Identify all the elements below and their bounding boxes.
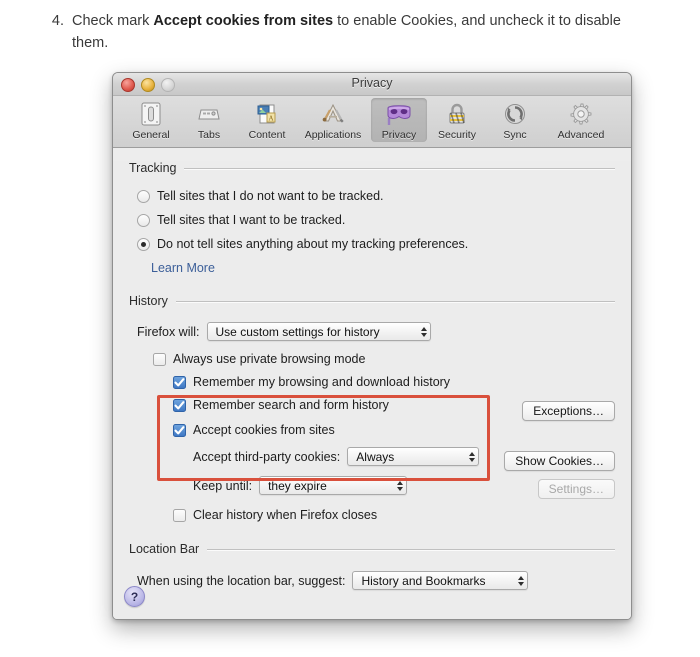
privacy-pane: Tracking Tell sites that I do not want t… bbox=[113, 161, 631, 619]
third-party-cookies-label: Accept third-party cookies: bbox=[193, 449, 341, 464]
location-suggest-label: When using the location bar, suggest: bbox=[137, 573, 346, 588]
accept-cookies-row[interactable]: Accept cookies from sites bbox=[173, 423, 615, 437]
checkbox-always-private[interactable] bbox=[153, 352, 166, 366]
chevron-updown-icon bbox=[397, 480, 404, 491]
radio-no-preference[interactable] bbox=[137, 237, 150, 251]
svg-text:A: A bbox=[268, 115, 273, 123]
third-party-cookies-dropdown[interactable]: Always bbox=[347, 447, 480, 466]
toolbar-tab-content-label: Content bbox=[248, 129, 286, 141]
window-title: Privacy bbox=[351, 76, 393, 90]
tracking-option-no-preference-label: Do not tell sites anything about my trac… bbox=[157, 237, 469, 251]
tracking-option-dnt-on[interactable]: Tell sites that I do not want to be trac… bbox=[137, 189, 615, 203]
toolbar-tab-content[interactable]: A Content bbox=[239, 98, 295, 142]
radio-allow-track[interactable] bbox=[137, 213, 150, 227]
toolbar-tab-advanced-label: Advanced bbox=[557, 129, 605, 141]
instruction-text: Check mark Accept cookies from sites to … bbox=[72, 10, 644, 55]
history-divider bbox=[175, 300, 615, 302]
firefox-will-value: Use custom settings for history bbox=[215, 324, 380, 339]
chevron-updown-icon bbox=[518, 575, 525, 586]
toolbar-tab-security-label: Security bbox=[438, 129, 476, 141]
step-number: 4. bbox=[51, 13, 64, 29]
screenshot-root: 4. Check mark Accept cookies from sites … bbox=[0, 0, 700, 657]
always-private-row[interactable]: Always use private browsing mode bbox=[153, 352, 615, 366]
location-suggest-dropdown[interactable]: History and Bookmarks bbox=[352, 571, 529, 590]
preferences-window: Privacy General Tabs A Content Applicati… bbox=[112, 72, 632, 620]
tracking-divider bbox=[184, 167, 615, 169]
accept-cookies-label: Accept cookies from sites bbox=[193, 423, 335, 437]
general-icon bbox=[139, 100, 163, 128]
location-bar-divider bbox=[207, 548, 615, 550]
tracking-option-track-ok-label: Tell sites that I want to be tracked. bbox=[157, 213, 346, 227]
tracking-option-dnt-on-label: Tell sites that I do not want to be trac… bbox=[157, 189, 384, 203]
content-icon: A bbox=[254, 100, 280, 128]
instruction-prefix: Check mark bbox=[72, 13, 154, 29]
toolbar-tab-sync-label: Sync bbox=[503, 129, 527, 141]
history-section-header: History bbox=[129, 294, 615, 308]
privacy-mask-icon bbox=[385, 100, 413, 128]
firefox-will-label: Firefox will: bbox=[137, 324, 200, 339]
toolbar-tab-security[interactable]: Security bbox=[429, 98, 485, 142]
sync-arrows-icon bbox=[502, 100, 528, 128]
tracking-option-no-preference[interactable]: Do not tell sites anything about my trac… bbox=[137, 237, 615, 251]
tabs-icon bbox=[196, 100, 222, 128]
toolbar-tab-sync[interactable]: Sync bbox=[487, 98, 543, 142]
location-suggest-value: History and Bookmarks bbox=[361, 573, 486, 588]
help-button[interactable]: ? bbox=[124, 586, 145, 607]
chevron-updown-icon bbox=[420, 326, 427, 337]
location-bar-heading: Location Bar bbox=[129, 542, 200, 556]
toolbar-tab-applications-label: Applications bbox=[304, 129, 362, 141]
tracking-option-track-ok[interactable]: Tell sites that I want to be tracked. bbox=[137, 213, 615, 227]
exceptions-button[interactable]: Exceptions… bbox=[522, 401, 615, 421]
clear-history-label: Clear history when Firefox closes bbox=[193, 508, 378, 522]
checkbox-clear-history[interactable] bbox=[173, 508, 186, 522]
padlock-icon bbox=[444, 100, 470, 128]
toolbar-tab-privacy[interactable]: Privacy bbox=[371, 98, 427, 142]
keep-until-label: Keep until: bbox=[193, 478, 253, 493]
instruction-bold: Accept cookies from sites bbox=[153, 13, 334, 29]
toolbar-tab-advanced[interactable]: Advanced bbox=[545, 98, 617, 142]
toolbar-tab-tabs[interactable]: Tabs bbox=[181, 98, 237, 142]
checkbox-remember-browsing[interactable] bbox=[173, 375, 186, 389]
gear-icon bbox=[568, 100, 594, 128]
checkbox-accept-cookies[interactable] bbox=[173, 423, 186, 437]
keep-until-value: they expire bbox=[268, 478, 327, 493]
toolbar-tab-tabs-label: Tabs bbox=[197, 129, 221, 141]
firefox-will-row: Firefox will: Use custom settings for hi… bbox=[137, 322, 615, 341]
checkbox-remember-search[interactable] bbox=[173, 398, 186, 412]
location-bar-section-header: Location Bar bbox=[129, 542, 615, 556]
radio-do-not-track[interactable] bbox=[137, 189, 150, 203]
third-party-cookies-value: Always bbox=[356, 449, 395, 464]
toolbar-tab-general-label: General bbox=[132, 129, 170, 141]
history-heading: History bbox=[129, 294, 168, 308]
keep-until-dropdown[interactable]: they expire bbox=[259, 476, 408, 495]
tracking-section-header: Tracking bbox=[129, 161, 615, 175]
location-suggest-row: When using the location bar, suggest: Hi… bbox=[137, 571, 615, 590]
learn-more-link[interactable]: Learn More bbox=[151, 261, 215, 275]
clear-history-row[interactable]: Clear history when Firefox closes bbox=[173, 508, 615, 522]
toolbar-tab-applications[interactable]: Applications bbox=[297, 98, 369, 142]
tracking-heading: Tracking bbox=[129, 161, 177, 175]
remember-browsing-row[interactable]: Remember my browsing and download histor… bbox=[173, 375, 615, 389]
remember-browsing-label: Remember my browsing and download histor… bbox=[193, 375, 451, 389]
applications-icon bbox=[320, 100, 346, 128]
always-private-label: Always use private browsing mode bbox=[173, 352, 366, 366]
instruction-step: 4. Check mark Accept cookies from sites … bbox=[44, 10, 644, 55]
toolbar-tab-general[interactable]: General bbox=[123, 98, 179, 142]
show-cookies-button[interactable]: Show Cookies… bbox=[504, 451, 615, 471]
toolbar-tab-privacy-label: Privacy bbox=[381, 129, 417, 141]
settings-button[interactable]: Settings… bbox=[537, 479, 615, 499]
remember-search-label: Remember search and form history bbox=[193, 398, 389, 412]
firefox-will-dropdown[interactable]: Use custom settings for history bbox=[206, 322, 431, 341]
window-titlebar[interactable]: Privacy bbox=[113, 73, 631, 96]
chevron-updown-icon bbox=[469, 451, 476, 462]
preferences-toolbar: General Tabs A Content Applications Priv… bbox=[113, 96, 631, 148]
